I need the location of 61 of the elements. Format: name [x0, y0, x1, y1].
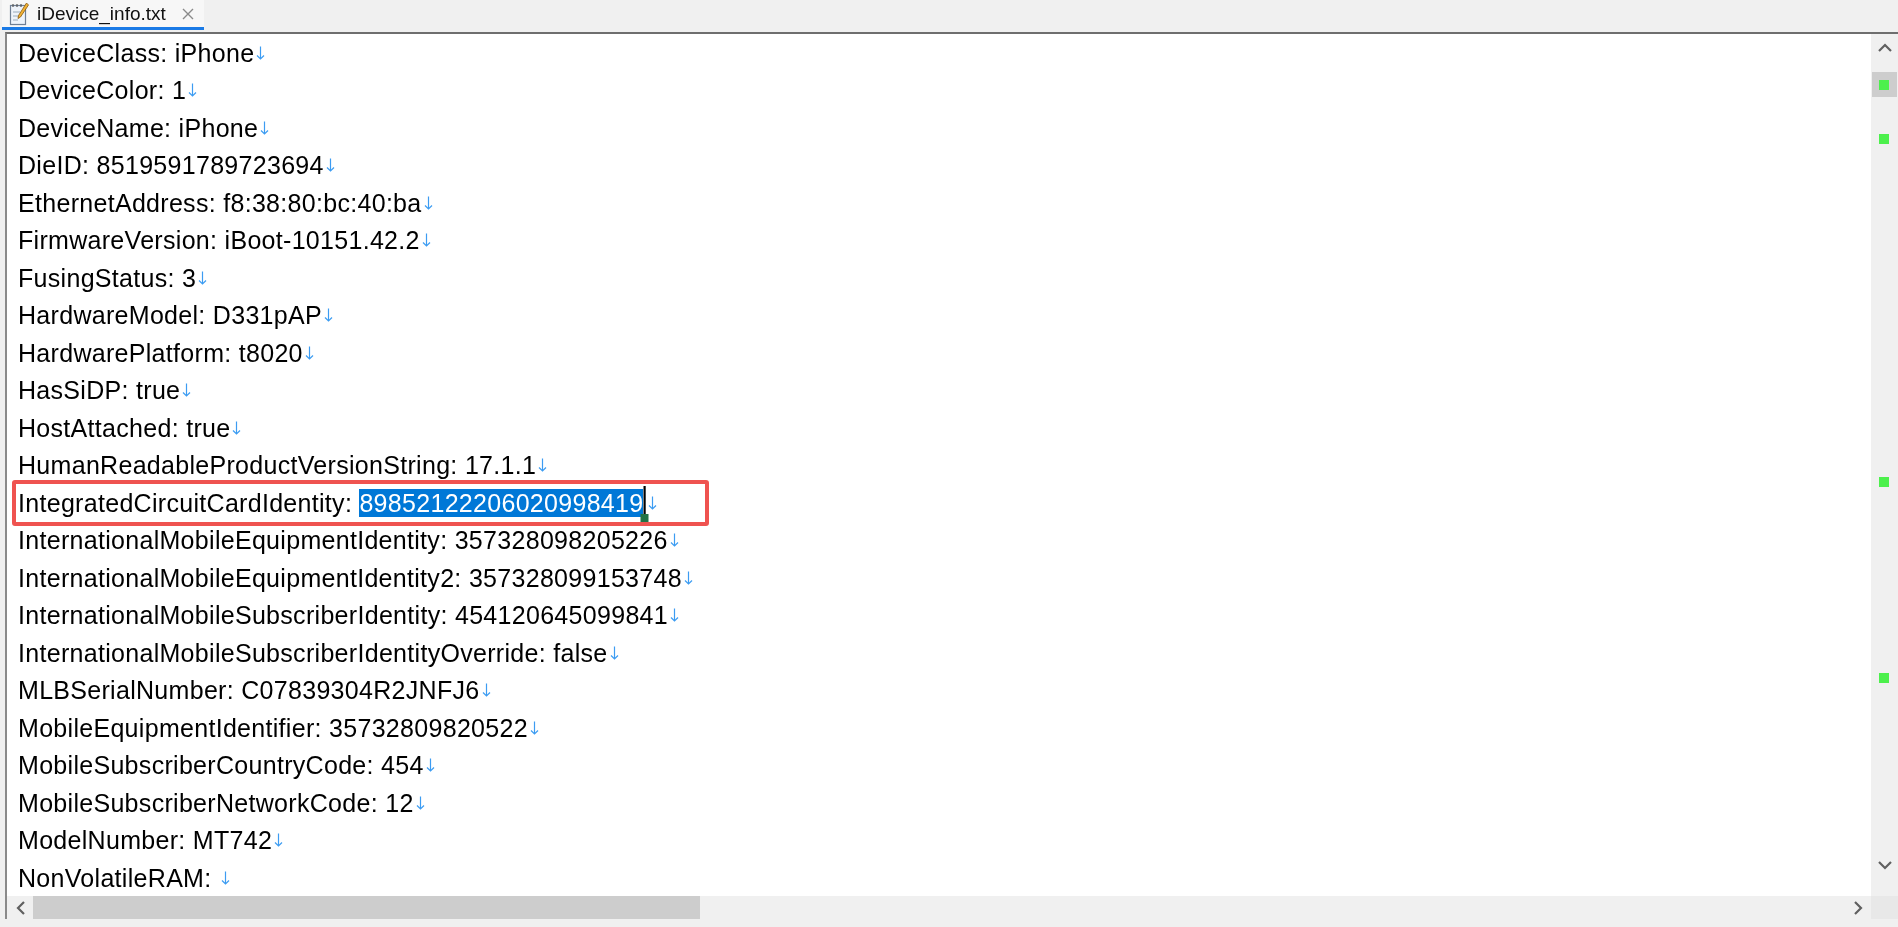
- file-tab[interactable]: iDevice_info.txt: [2, 0, 204, 30]
- close-icon[interactable]: [182, 7, 194, 20]
- text-line: DeviceClass: iPhone: [18, 38, 255, 67]
- text-line: HostAttached: true: [18, 413, 231, 442]
- line-break-icon: [669, 533, 679, 548]
- scroll-marker-icon: [1879, 134, 1889, 144]
- line-break-icon: [325, 158, 335, 173]
- text-line: HasSiDP: true: [18, 376, 181, 405]
- line-break-icon: [538, 458, 548, 473]
- text-line: DeviceName: iPhone: [18, 113, 259, 142]
- line-break-icon: [648, 495, 658, 510]
- line-break-icon: [421, 233, 431, 248]
- line-break-icon: [481, 683, 491, 698]
- line-break-icon: [415, 795, 425, 810]
- text-cursor: [640, 485, 650, 522]
- scroll-right-icon[interactable]: [1853, 900, 1863, 915]
- text-line: HardwarePlatform: t8020: [18, 338, 303, 367]
- text-line: DeviceColor: 1: [18, 76, 187, 105]
- text-line: ModelNumber: MT742: [18, 826, 273, 855]
- scroll-marker-icon: [1879, 477, 1889, 487]
- text-line: InternationalMobileEquipmentIdentity: 357328098205226: [18, 526, 668, 555]
- text-line: MobileEquipmentIdentifier: 35732809820522: [18, 713, 528, 742]
- text-line: MobileSubscriberCountryCode: 454: [18, 751, 424, 780]
- text-line: DieID: 8519591789723694: [18, 151, 324, 180]
- line-break-icon: [324, 308, 333, 323]
- text-line: FusingStatus: 3: [18, 263, 197, 292]
- line-break-icon: [182, 383, 192, 398]
- text-line: IntegratedCircuitCardIdentity: 89852122206020998419: [18, 488, 644, 517]
- text-line: InternationalMobileEquipmentIdentity2: 357328099153748: [18, 563, 682, 592]
- line-break-icon: [425, 758, 435, 773]
- line-break-icon: [188, 83, 198, 98]
- line-break-icon: [274, 833, 284, 848]
- scroll-up-icon[interactable]: [1877, 42, 1892, 52]
- line-break-icon: [609, 645, 619, 660]
- text-line: InternationalMobileSubscriberIdentity: 454120645099841: [18, 601, 668, 630]
- line-break-icon: [256, 45, 266, 60]
- scroll-marker-icon: [1879, 673, 1889, 683]
- line-break-icon: [198, 270, 208, 285]
- vertical-scrollbar[interactable]: [1871, 34, 1898, 896]
- notepad-icon: [9, 1, 29, 26]
- text-line: NonVolatileRAM:: [18, 863, 213, 892]
- scroll-down-icon[interactable]: [1877, 861, 1892, 870]
- text-line: FirmwareVersion: iBoot-10151.42.2: [18, 226, 420, 255]
- scroll-thumb[interactable]: [33, 896, 700, 919]
- text-line: InternationalMobileSubscriberIdentityOverride: false: [18, 638, 608, 667]
- line-break-icon: [423, 195, 433, 210]
- text-line: MLBSerialNumber: C07839304R2JNFJ6: [18, 676, 480, 705]
- text-line: EthernetAddress: f8:38:80:bc:40:ba: [18, 188, 422, 217]
- horizontal-scrollbar[interactable]: [7, 896, 1871, 919]
- line-break-icon: [529, 720, 539, 735]
- text-line: HardwareModel: D331pAP: [18, 301, 322, 330]
- line-break-icon: [220, 870, 230, 885]
- scroll-left-icon[interactable]: [15, 900, 25, 915]
- line-break-icon: [683, 570, 693, 585]
- line-break-icon: [260, 120, 270, 135]
- line-break-icon: [670, 608, 679, 623]
- line-break-icon: [304, 345, 314, 360]
- line-break-icon: [232, 420, 242, 435]
- scroll-marker-icon: [1879, 80, 1889, 90]
- text-line: HumanReadableProductVersionString: 17.1.1: [18, 451, 537, 480]
- text-line: MobileSubscriberNetworkCode: 12: [18, 788, 414, 817]
